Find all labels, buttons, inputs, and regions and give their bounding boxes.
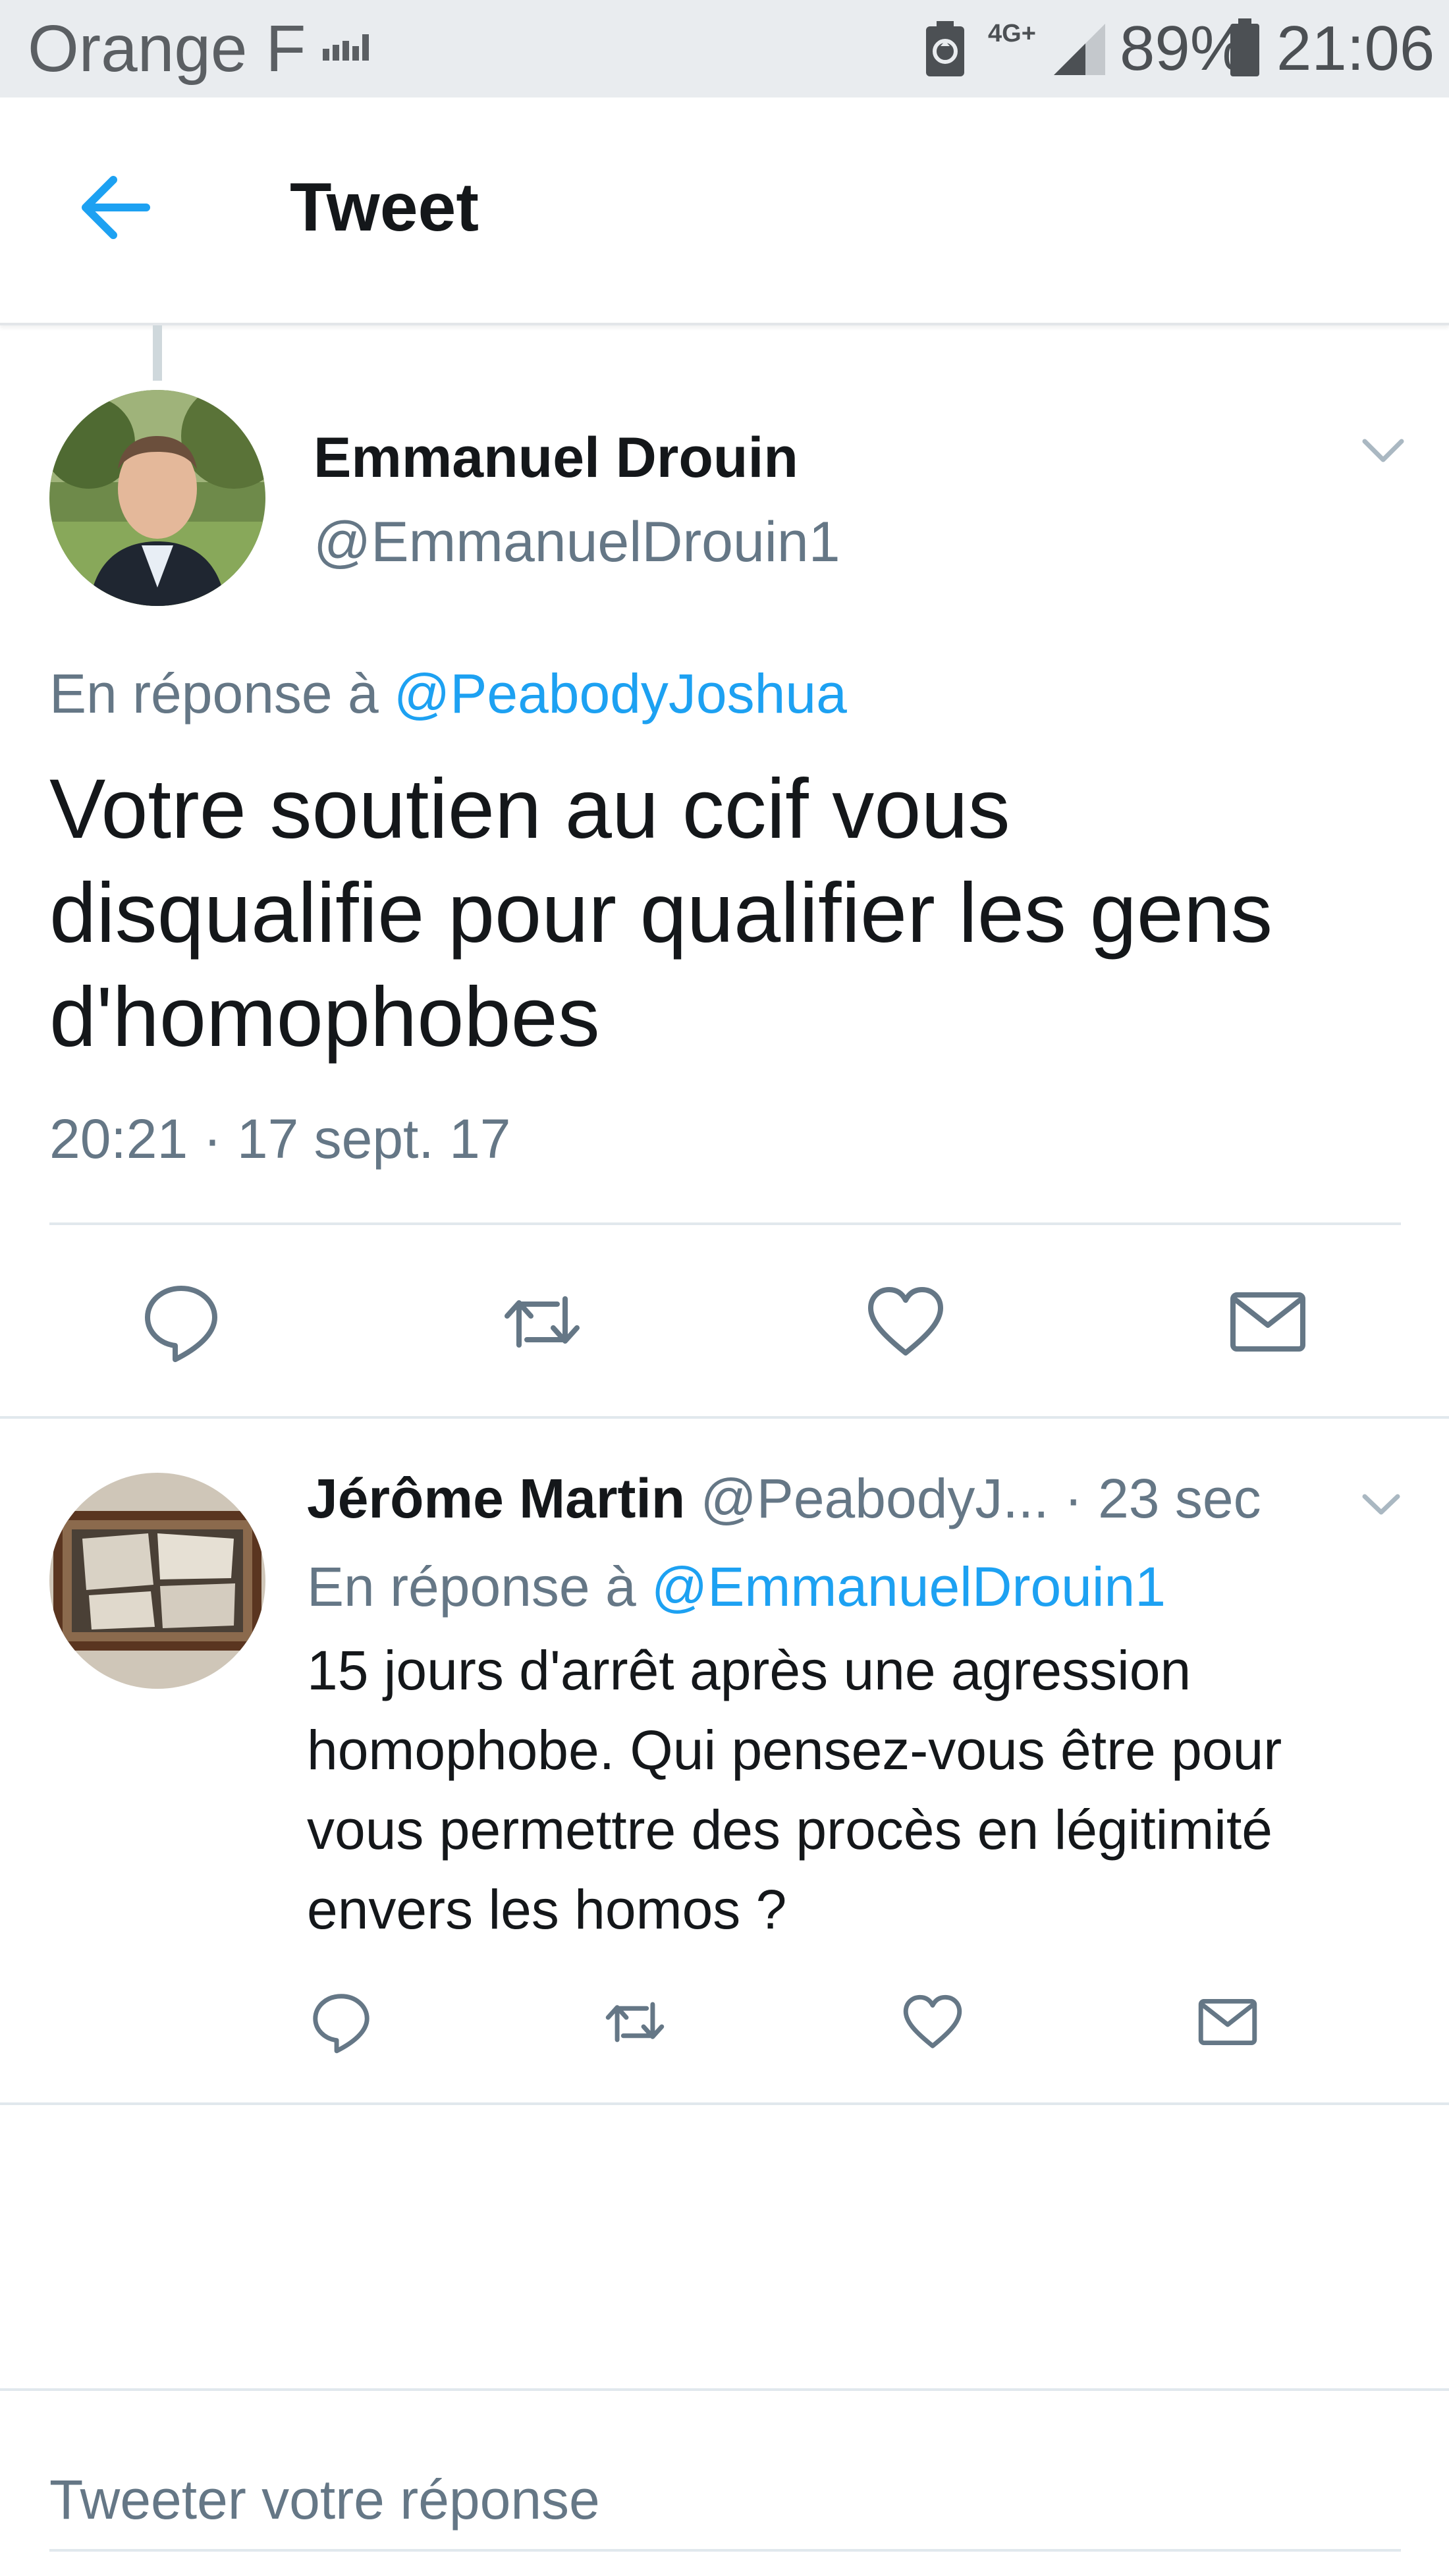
like-icon xyxy=(903,1994,962,2048)
reply-input[interactable] xyxy=(49,2450,1401,2552)
battery-percent: 89% xyxy=(1120,13,1247,84)
author-handle[interactable]: @EmmanuelDrouin1 xyxy=(314,506,840,578)
chevron-down-icon[interactable] xyxy=(1358,1486,1404,1523)
retweet-icon xyxy=(605,2002,665,2042)
arrow-left-icon xyxy=(82,176,150,239)
reply-context: En réponse à @PeabodyJoshua xyxy=(49,657,847,730)
thread-connector xyxy=(153,325,162,381)
like-button[interactable] xyxy=(863,1279,948,1365)
battery-saver-icon xyxy=(923,21,967,78)
message-icon xyxy=(1230,1292,1305,1352)
like-button[interactable] xyxy=(900,1989,966,2055)
page-title: Tweet xyxy=(290,169,479,246)
message-button[interactable] xyxy=(1225,1279,1311,1365)
carrier-name: Orange F xyxy=(28,12,306,86)
retweet-button[interactable] xyxy=(602,1989,668,2055)
mention-link[interactable]: @PeabodyJoshua xyxy=(394,663,847,725)
retweet-button[interactable] xyxy=(499,1279,585,1365)
network-type: 4G+ xyxy=(988,20,1036,47)
back-button[interactable] xyxy=(72,165,158,250)
divider xyxy=(0,1416,1449,1419)
reply-context: En réponse à @EmmanuelDrouin1 xyxy=(307,1550,1166,1623)
signal-bars-icon xyxy=(323,34,369,61)
reply-header: Jérôme Martin @PeabodyJ... · 23 sec xyxy=(307,1462,1361,1535)
tweet-text: Votre soutien au ccif vous disqualifie p… xyxy=(49,762,1273,1064)
reply-prefix: En réponse à xyxy=(307,1556,636,1618)
reply-icon xyxy=(145,1286,217,1362)
like-icon xyxy=(868,1287,943,1356)
chevron-down-icon[interactable] xyxy=(1357,431,1409,470)
mention-link[interactable]: @EmmanuelDrouin1 xyxy=(651,1556,1166,1618)
cell-signal-icon xyxy=(1054,24,1107,75)
avatar[interactable] xyxy=(49,1473,265,1689)
tweet-text: 15 jours d'arrêt après une agression hom… xyxy=(307,1639,1282,1940)
app-header xyxy=(0,97,1449,325)
battery-icon xyxy=(1230,18,1259,76)
tweet-timestamp: 20:21 · 17 sept. 17 xyxy=(49,1108,511,1170)
author-name[interactable]: Emmanuel Drouin xyxy=(314,422,798,494)
author-name[interactable]: Jérôme Martin xyxy=(307,1467,685,1529)
retweet-icon xyxy=(505,1296,580,1348)
tweet-age: · 23 sec xyxy=(1064,1467,1261,1529)
message-icon xyxy=(1198,1999,1257,2045)
divider xyxy=(0,2102,1449,2105)
reply-button[interactable] xyxy=(308,1989,374,2055)
clock: 21:06 xyxy=(1276,13,1435,84)
reply-prefix: En réponse à xyxy=(49,663,379,725)
author-handle[interactable]: @PeabodyJ... xyxy=(701,1467,1049,1529)
reply-button[interactable] xyxy=(138,1279,224,1365)
divider xyxy=(49,1222,1401,1225)
reply-icon xyxy=(313,1994,369,2054)
compose-divider xyxy=(0,2388,1449,2391)
message-button[interactable] xyxy=(1195,1989,1261,2055)
avatar[interactable] xyxy=(49,390,265,606)
